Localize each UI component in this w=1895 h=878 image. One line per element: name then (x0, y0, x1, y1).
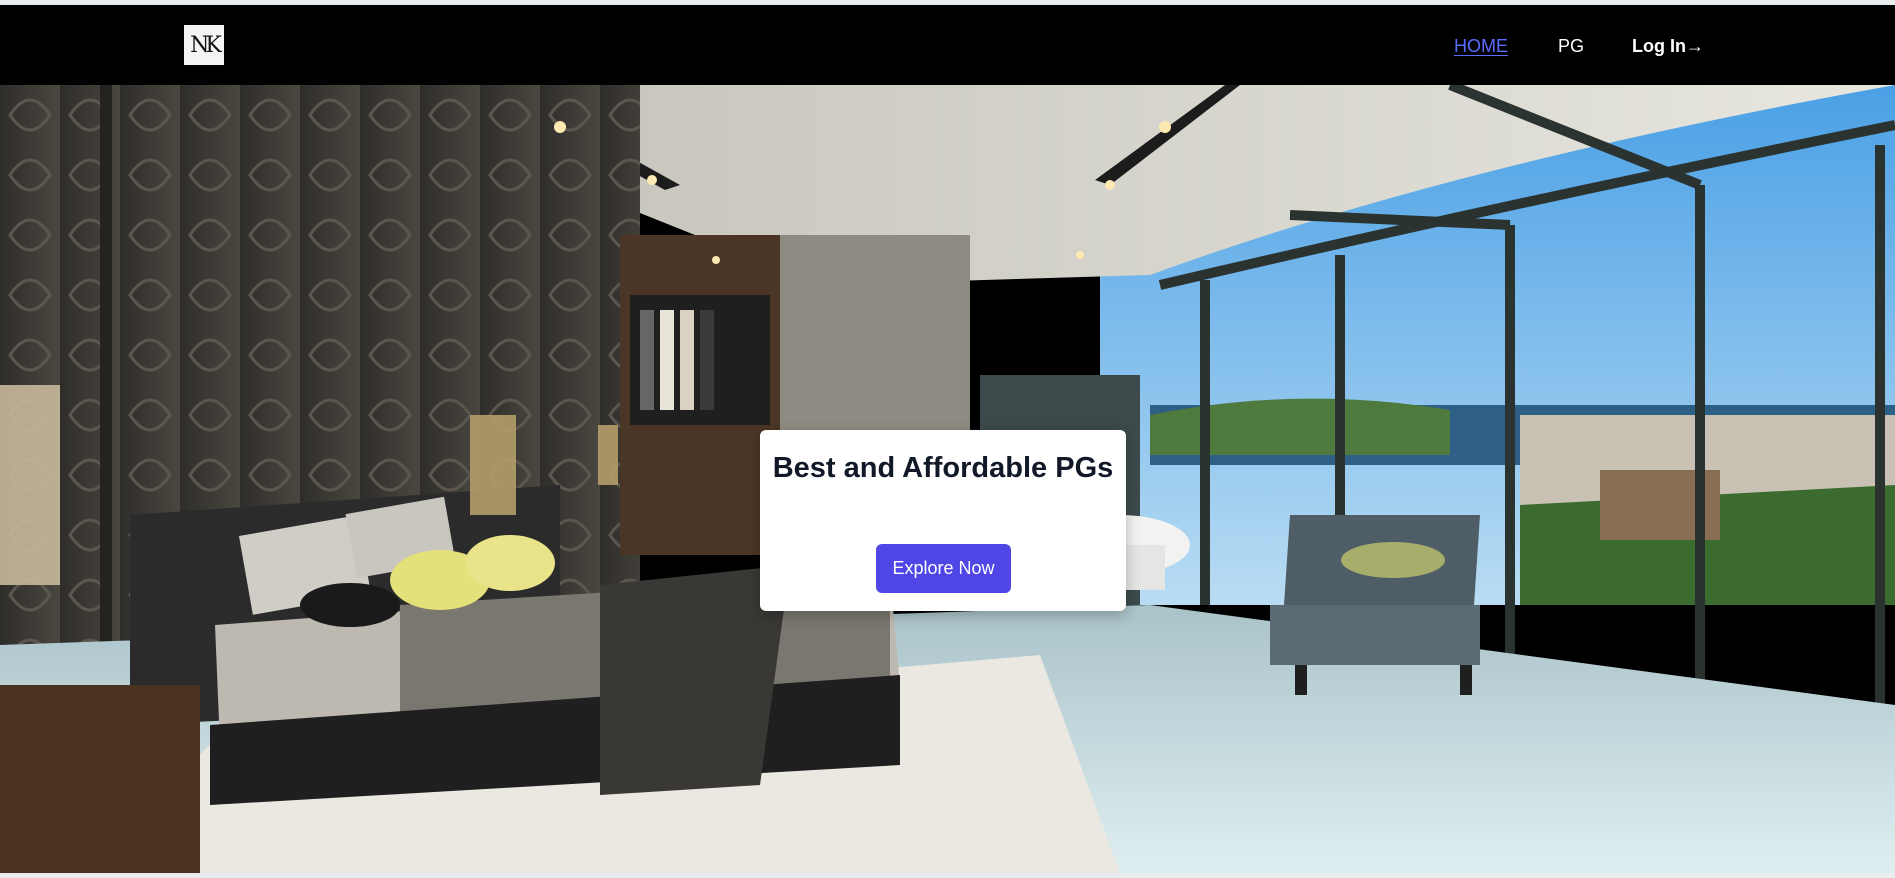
nav-pg-link[interactable]: PG (1558, 35, 1584, 57)
hero-title: Best and Affordable PGs (772, 452, 1114, 484)
explore-now-button[interactable]: Explore Now (876, 544, 1011, 593)
hero-section: Best and Affordable PGs Explore Now (0, 85, 1895, 873)
nav-login-link[interactable]: Log In→ (1632, 35, 1704, 57)
logo[interactable]: NK (184, 25, 224, 65)
hero-card: Best and Affordable PGs Explore Now (760, 430, 1126, 611)
nav-links: HOME PG Log In→ (1404, 35, 1704, 57)
page: NK HOME PG Log In→ Best and Affordable P… (0, 5, 1895, 873)
navbar: NK HOME PG Log In→ (0, 5, 1895, 85)
nav-home-link[interactable]: HOME (1454, 35, 1508, 57)
